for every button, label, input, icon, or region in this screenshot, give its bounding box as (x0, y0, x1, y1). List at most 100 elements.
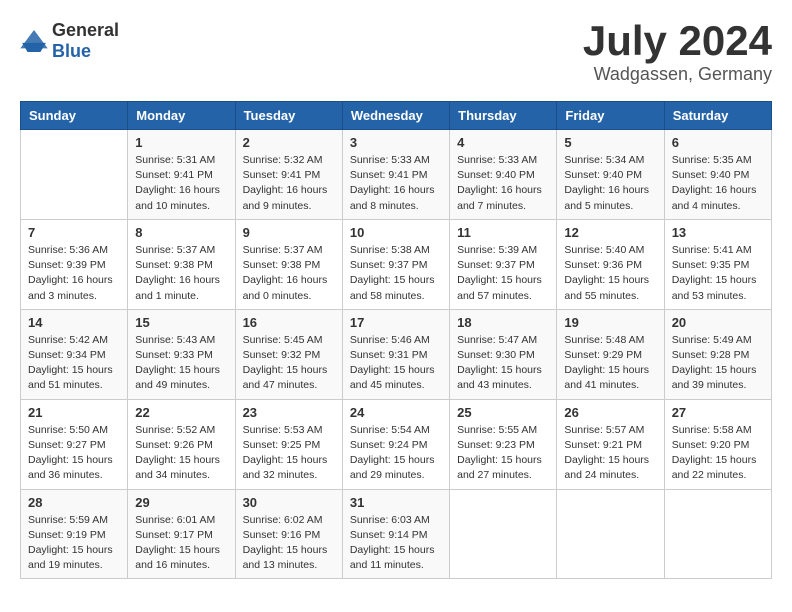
calendar-cell: 21 Sunrise: 5:50 AM Sunset: 9:27 PM Dayli… (21, 399, 128, 489)
calendar-cell: 25 Sunrise: 5:55 AM Sunset: 9:23 PM Dayli… (450, 399, 557, 489)
day-number: 27 (672, 405, 764, 420)
title-block: July 2024 Wadgassen, Germany (583, 20, 772, 85)
month-title: July 2024 (583, 20, 772, 62)
weekday-header-thursday: Thursday (450, 102, 557, 130)
calendar-week-row: 1Sunrise: 5:31 AM Sunset: 9:41 PM Daylig… (21, 130, 772, 220)
calendar-table: SundayMondayTuesdayWednesdayThursdayFrid… (20, 101, 772, 579)
calendar-cell: 24 Sunrise: 5:54 AM Sunset: 9:24 PM Dayli… (342, 399, 449, 489)
calendar-cell (450, 489, 557, 579)
day-number: 31 (350, 495, 442, 510)
day-number: 14 (28, 315, 120, 330)
day-number: 4 (457, 135, 549, 150)
calendar-cell (557, 489, 664, 579)
day-info: Sunrise: 5:42 AM Sunset: 9:34 PM Dayligh… (28, 333, 120, 394)
calendar-cell: 4 Sunrise: 5:33 AM Sunset: 9:40 PM Daylig… (450, 130, 557, 220)
calendar-cell: 27Sunrise: 5:58 AM Sunset: 9:20 PM Dayli… (664, 399, 771, 489)
day-info: Sunrise: 5:55 AM Sunset: 9:23 PM Dayligh… (457, 423, 549, 484)
weekday-header-friday: Friday (557, 102, 664, 130)
day-number: 26 (564, 405, 656, 420)
day-number: 30 (243, 495, 335, 510)
day-number: 24 (350, 405, 442, 420)
calendar-cell: 19 Sunrise: 5:48 AM Sunset: 9:29 PM Dayli… (557, 309, 664, 399)
day-number: 29 (135, 495, 227, 510)
calendar-cell: 30 Sunrise: 6:02 AM Sunset: 9:16 PM Dayli… (235, 489, 342, 579)
day-number: 11 (457, 225, 549, 240)
day-info: Sunrise: 6:01 AM Sunset: 9:17 PM Dayligh… (135, 513, 227, 574)
day-number: 23 (243, 405, 335, 420)
day-number: 21 (28, 405, 120, 420)
day-number: 10 (350, 225, 442, 240)
day-info: Sunrise: 5:32 AM Sunset: 9:41 PM Dayligh… (243, 153, 335, 214)
calendar-cell: 26Sunrise: 5:57 AM Sunset: 9:21 PM Dayli… (557, 399, 664, 489)
calendar-cell: 31 Sunrise: 6:03 AM Sunset: 9:14 PM Dayli… (342, 489, 449, 579)
calendar-cell: 14 Sunrise: 5:42 AM Sunset: 9:34 PM Dayli… (21, 309, 128, 399)
day-number: 28 (28, 495, 120, 510)
calendar-cell: 6Sunrise: 5:35 AM Sunset: 9:40 PM Daylig… (664, 130, 771, 220)
day-number: 5 (564, 135, 656, 150)
day-number: 3 (350, 135, 442, 150)
calendar-cell: 23 Sunrise: 5:53 AM Sunset: 9:25 PM Dayli… (235, 399, 342, 489)
calendar-cell: 3Sunrise: 5:33 AM Sunset: 9:41 PM Daylig… (342, 130, 449, 220)
day-number: 1 (135, 135, 227, 150)
day-info: Sunrise: 6:03 AM Sunset: 9:14 PM Dayligh… (350, 513, 442, 574)
calendar-cell: 2 Sunrise: 5:32 AM Sunset: 9:41 PM Daylig… (235, 130, 342, 220)
calendar-week-row: 14 Sunrise: 5:42 AM Sunset: 9:34 PM Dayli… (21, 309, 772, 399)
calendar-cell: 28 Sunrise: 5:59 AM Sunset: 9:19 PM Dayli… (21, 489, 128, 579)
weekday-header-monday: Monday (128, 102, 235, 130)
day-number: 17 (350, 315, 442, 330)
day-number: 7 (28, 225, 120, 240)
calendar-cell: 20 Sunrise: 5:49 AM Sunset: 9:28 PM Dayli… (664, 309, 771, 399)
day-number: 13 (672, 225, 764, 240)
calendar-cell: 17 Sunrise: 5:46 AM Sunset: 9:31 PM Dayli… (342, 309, 449, 399)
day-number: 16 (243, 315, 335, 330)
calendar-week-row: 28 Sunrise: 5:59 AM Sunset: 9:19 PM Dayli… (21, 489, 772, 579)
weekday-header-saturday: Saturday (664, 102, 771, 130)
calendar-cell: 9Sunrise: 5:37 AM Sunset: 9:38 PM Daylig… (235, 219, 342, 309)
day-info: Sunrise: 5:45 AM Sunset: 9:32 PM Dayligh… (243, 333, 335, 394)
day-info: Sunrise: 5:48 AM Sunset: 9:29 PM Dayligh… (564, 333, 656, 394)
day-number: 19 (564, 315, 656, 330)
calendar-cell: 1Sunrise: 5:31 AM Sunset: 9:41 PM Daylig… (128, 130, 235, 220)
day-info: Sunrise: 5:38 AM Sunset: 9:37 PM Dayligh… (350, 243, 442, 304)
day-number: 9 (243, 225, 335, 240)
weekday-header-wednesday: Wednesday (342, 102, 449, 130)
day-info: Sunrise: 5:46 AM Sunset: 9:31 PM Dayligh… (350, 333, 442, 394)
day-info: Sunrise: 5:41 AM Sunset: 9:35 PM Dayligh… (672, 243, 764, 304)
calendar-cell: 10 Sunrise: 5:38 AM Sunset: 9:37 PM Dayli… (342, 219, 449, 309)
logo-icon (20, 30, 48, 52)
day-number: 15 (135, 315, 227, 330)
day-info: Sunrise: 5:35 AM Sunset: 9:40 PM Dayligh… (672, 153, 764, 214)
day-info: Sunrise: 5:37 AM Sunset: 9:38 PM Dayligh… (135, 243, 227, 304)
page-header: General Blue July 2024 Wadgassen, German… (20, 20, 772, 85)
calendar-cell: 22Sunrise: 5:52 AM Sunset: 9:26 PM Dayli… (128, 399, 235, 489)
day-info: Sunrise: 5:39 AM Sunset: 9:37 PM Dayligh… (457, 243, 549, 304)
calendar-cell (664, 489, 771, 579)
calendar-header-row: SundayMondayTuesdayWednesdayThursdayFrid… (21, 102, 772, 130)
day-info: Sunrise: 5:52 AM Sunset: 9:26 PM Dayligh… (135, 423, 227, 484)
calendar-week-row: 21 Sunrise: 5:50 AM Sunset: 9:27 PM Dayli… (21, 399, 772, 489)
day-number: 25 (457, 405, 549, 420)
day-info: Sunrise: 5:59 AM Sunset: 9:19 PM Dayligh… (28, 513, 120, 574)
calendar-cell: 15Sunrise: 5:43 AM Sunset: 9:33 PM Dayli… (128, 309, 235, 399)
day-info: Sunrise: 5:50 AM Sunset: 9:27 PM Dayligh… (28, 423, 120, 484)
calendar-cell: 29 Sunrise: 6:01 AM Sunset: 9:17 PM Dayli… (128, 489, 235, 579)
calendar-week-row: 7Sunrise: 5:36 AM Sunset: 9:39 PM Daylig… (21, 219, 772, 309)
calendar-cell: 8Sunrise: 5:37 AM Sunset: 9:38 PM Daylig… (128, 219, 235, 309)
calendar-cell (21, 130, 128, 220)
calendar-cell: 16 Sunrise: 5:45 AM Sunset: 9:32 PM Dayli… (235, 309, 342, 399)
calendar-cell: 5Sunrise: 5:34 AM Sunset: 9:40 PM Daylig… (557, 130, 664, 220)
calendar-cell: 12Sunrise: 5:40 AM Sunset: 9:36 PM Dayli… (557, 219, 664, 309)
day-info: Sunrise: 5:53 AM Sunset: 9:25 PM Dayligh… (243, 423, 335, 484)
day-info: Sunrise: 5:54 AM Sunset: 9:24 PM Dayligh… (350, 423, 442, 484)
weekday-header-tuesday: Tuesday (235, 102, 342, 130)
logo-general-text: General (52, 20, 119, 40)
day-number: 2 (243, 135, 335, 150)
location-title: Wadgassen, Germany (583, 64, 772, 85)
day-number: 18 (457, 315, 549, 330)
day-info: Sunrise: 5:33 AM Sunset: 9:40 PM Dayligh… (457, 153, 549, 214)
day-number: 20 (672, 315, 764, 330)
logo-blue-text: Blue (52, 41, 91, 61)
day-info: Sunrise: 5:49 AM Sunset: 9:28 PM Dayligh… (672, 333, 764, 394)
calendar-cell: 18Sunrise: 5:47 AM Sunset: 9:30 PM Dayli… (450, 309, 557, 399)
day-info: Sunrise: 6:02 AM Sunset: 9:16 PM Dayligh… (243, 513, 335, 574)
